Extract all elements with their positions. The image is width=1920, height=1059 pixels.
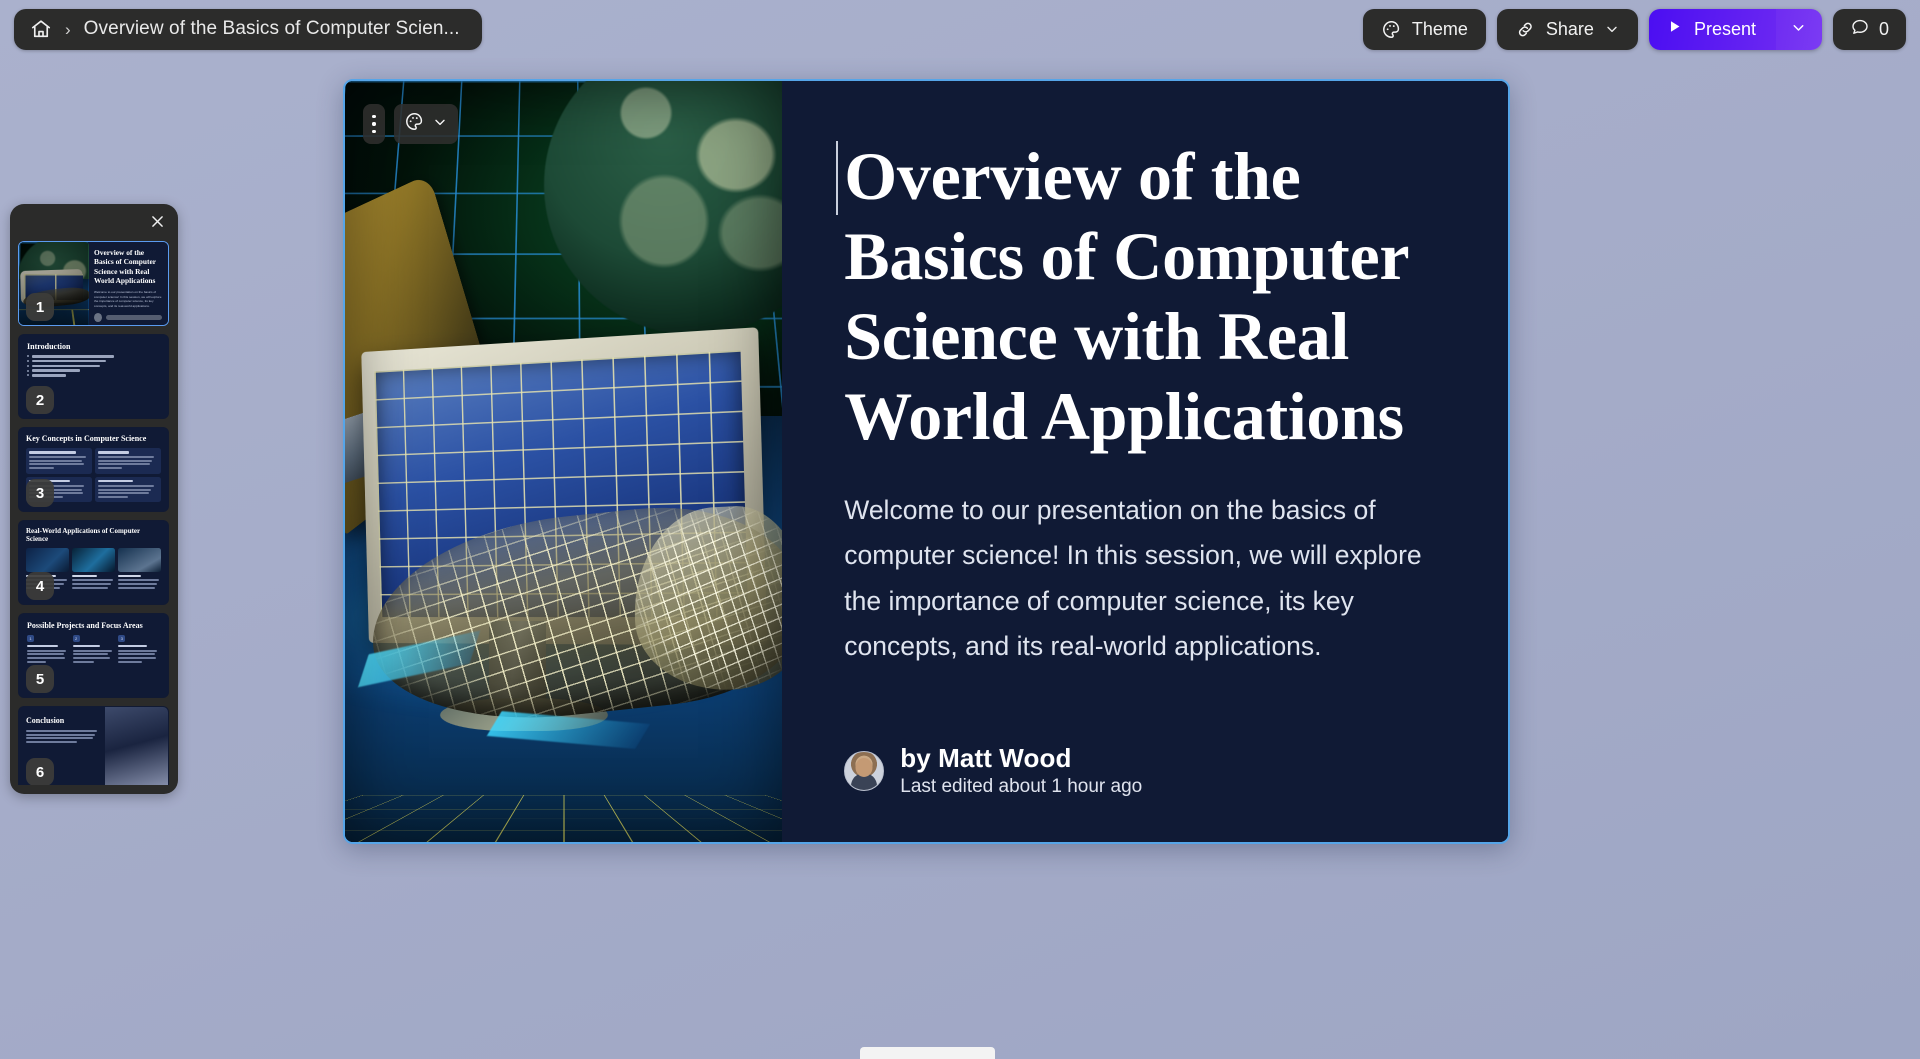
slide-thumbnail-6[interactable]: Conclusion 6 — [18, 706, 169, 785]
avatar — [844, 750, 885, 791]
theme-label: Theme — [1411, 18, 1468, 39]
comment-icon — [1850, 17, 1870, 42]
bottom-edge-artifact — [860, 1047, 995, 1059]
breadcrumb-separator: › — [65, 19, 71, 39]
chevron-down-icon — [1790, 19, 1807, 39]
present-dropdown-button[interactable] — [1775, 8, 1822, 50]
thumbnail-title: Introduction — [27, 342, 71, 351]
share-label: Share — [1545, 18, 1594, 39]
home-icon[interactable] — [30, 18, 52, 40]
thumbnail-card: 2 — [72, 635, 115, 664]
slide-canvas[interactable]: Overview of the Basics of Computer Scien… — [343, 79, 1510, 844]
slide-thumbnail-4[interactable]: Real-World Applications of Computer Scie… — [18, 520, 169, 605]
artwork — [345, 81, 783, 842]
thumbnail-title: Real-World Applications of Computer Scie… — [26, 527, 141, 544]
slide-number: 2 — [26, 386, 54, 414]
slide-number: 5 — [26, 665, 54, 693]
slide-body-text[interactable]: Welcome to our presentation on the basic… — [844, 488, 1444, 670]
slide-author-block: by Matt Wood Last edited about 1 hour ag… — [844, 743, 1142, 798]
thumbnail-title: Conclusion — [26, 716, 65, 725]
present-button[interactable]: Present — [1648, 8, 1776, 50]
thumbnail-card: 3 — [118, 635, 160, 664]
thumbnail-numbered-list: 1 2 3 — [27, 635, 160, 664]
comment-count: 0 — [1878, 18, 1889, 39]
slide-thumbnail-2[interactable]: Introduction 2 — [18, 334, 169, 419]
slide-thumbnail-list[interactable]: Overview of the Basics of Computer Scien… — [18, 241, 170, 785]
slide-number: 4 — [26, 572, 54, 600]
thumbnail-title: Possible Projects and Focus Areas — [27, 621, 143, 630]
slide-panel-header — [18, 213, 170, 241]
thumbnail-bullets — [27, 355, 160, 377]
play-icon — [1666, 18, 1683, 40]
slide-palette-button[interactable] — [394, 104, 458, 144]
link-icon — [1515, 19, 1536, 40]
author-name: by Matt Wood — [900, 743, 1072, 773]
slide-thumbnail-1[interactable]: Overview of the Basics of Computer Scien… — [18, 241, 169, 326]
breadcrumb-title: Overview of the Basics of Computer Scien… — [83, 18, 460, 39]
slide-title[interactable]: Overview of the Basics of Computer Scien… — [836, 137, 1450, 457]
text-cursor — [836, 141, 839, 215]
share-button[interactable]: Share — [1496, 8, 1638, 50]
top-toolbar: › Overview of the Basics of Computer Sci… — [0, 0, 1920, 58]
slide-hero-image[interactable] — [345, 81, 783, 842]
slide-text-panel: Overview of the Basics of Computer Scien… — [782, 81, 1508, 842]
author-placeholder — [106, 315, 162, 321]
thumbnail-card — [95, 476, 161, 503]
avatar — [94, 313, 103, 323]
thumbnail-image — [105, 707, 168, 785]
chevron-down-icon — [432, 114, 448, 135]
palette-icon — [1381, 19, 1402, 40]
thumbnail-card — [95, 448, 161, 474]
last-edited-text: Last edited about 1 hour ago — [900, 776, 1143, 797]
more-vertical-icon[interactable] — [363, 104, 385, 144]
thumbnail-body: Welcome to our presentation on the basic… — [94, 289, 162, 308]
comments-button[interactable]: 0 — [1832, 8, 1906, 50]
thumbnail-title: Overview of the Basics of Computer Scien… — [94, 248, 156, 286]
slide-number: 3 — [26, 479, 54, 507]
thumbnail-card — [72, 547, 115, 590]
palette-icon — [404, 111, 425, 137]
slide-thumbnail-5[interactable]: Possible Projects and Focus Areas 1 2 3 … — [18, 613, 169, 698]
thumbnail-card: 1 — [27, 635, 69, 664]
slide-thumbnail-panel: Overview of the Basics of Computer Scien… — [10, 204, 178, 794]
slide-title-text: Overview of the Basics of Computer Scien… — [844, 138, 1409, 454]
thumbnail-author — [94, 313, 162, 323]
present-button-group: Present — [1648, 8, 1822, 50]
slide-number: 1 — [26, 293, 54, 321]
thumbnail-card — [26, 448, 92, 474]
slide-floating-toolbar — [363, 104, 458, 144]
present-label: Present — [1693, 18, 1756, 39]
theme-button[interactable]: Theme — [1362, 8, 1486, 50]
close-icon[interactable] — [149, 213, 166, 230]
slide-thumbnail-3[interactable]: Key Concepts in Computer Science 3 — [18, 427, 169, 512]
breadcrumb[interactable]: › Overview of the Basics of Computer Sci… — [14, 8, 482, 50]
slide-number: 6 — [26, 758, 54, 785]
chevron-down-icon — [1604, 21, 1620, 37]
thumbnail-card — [118, 547, 161, 590]
top-actions: Theme Share Present 0 — [1362, 8, 1906, 50]
thumbnail-title: Key Concepts in Computer Science — [26, 434, 147, 443]
